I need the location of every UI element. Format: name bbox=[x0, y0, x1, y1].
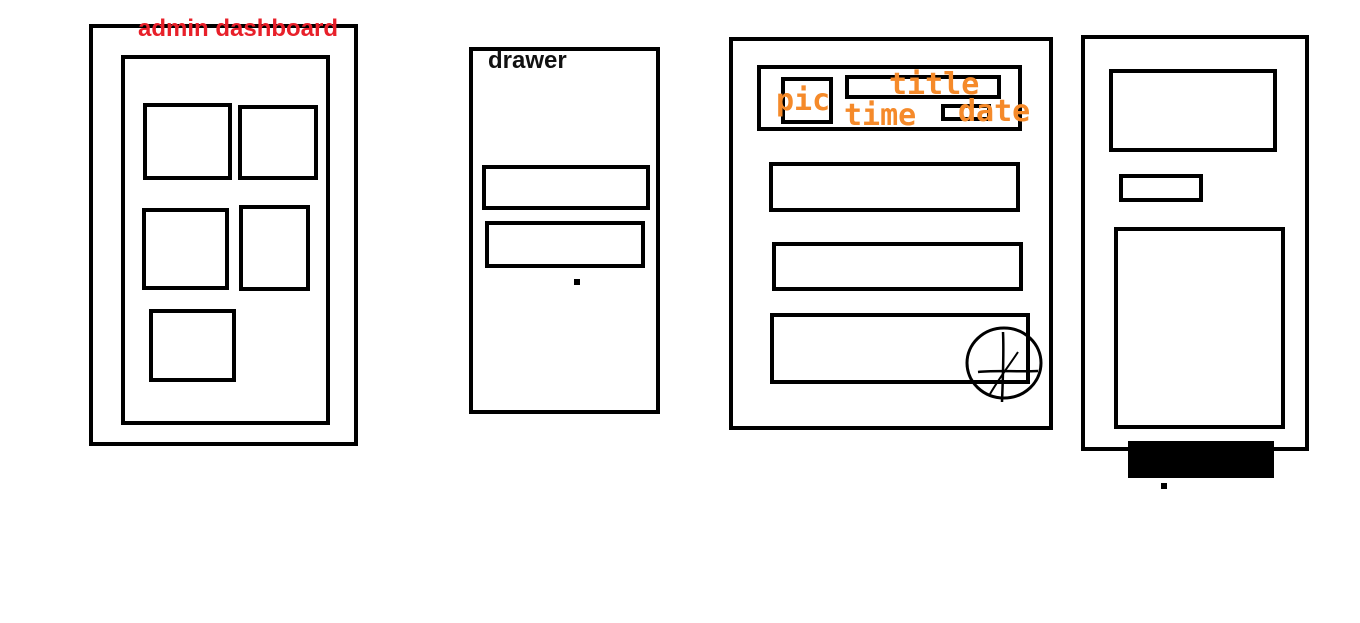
admin-dashboard-label: admin dashboard bbox=[138, 15, 339, 42]
drawer-item-1[interactable] bbox=[482, 165, 650, 210]
detail-content-area bbox=[1114, 227, 1285, 429]
circled-plus-icon[interactable] bbox=[960, 322, 1050, 406]
dashboard-tile-5[interactable] bbox=[149, 309, 236, 382]
detail-bottom-button[interactable] bbox=[1128, 441, 1274, 478]
time-label: time bbox=[844, 98, 917, 133]
dashboard-tile-2[interactable] bbox=[238, 105, 318, 180]
drawer-dot bbox=[574, 279, 580, 285]
detail-dot bbox=[1161, 483, 1167, 489]
pic-label: pic bbox=[776, 83, 831, 118]
date-label: date bbox=[958, 94, 1031, 129]
detail-image-placeholder bbox=[1109, 69, 1277, 152]
list-row-1[interactable] bbox=[769, 162, 1020, 212]
dashboard-tile-1[interactable] bbox=[143, 103, 232, 180]
list-row-2[interactable] bbox=[772, 242, 1023, 291]
drawer-item-2[interactable] bbox=[485, 221, 645, 268]
dashboard-tile-3[interactable] bbox=[142, 208, 229, 290]
dashboard-tile-4[interactable] bbox=[239, 205, 310, 291]
detail-small-field bbox=[1119, 174, 1203, 202]
drawer-label: drawer bbox=[488, 47, 567, 74]
